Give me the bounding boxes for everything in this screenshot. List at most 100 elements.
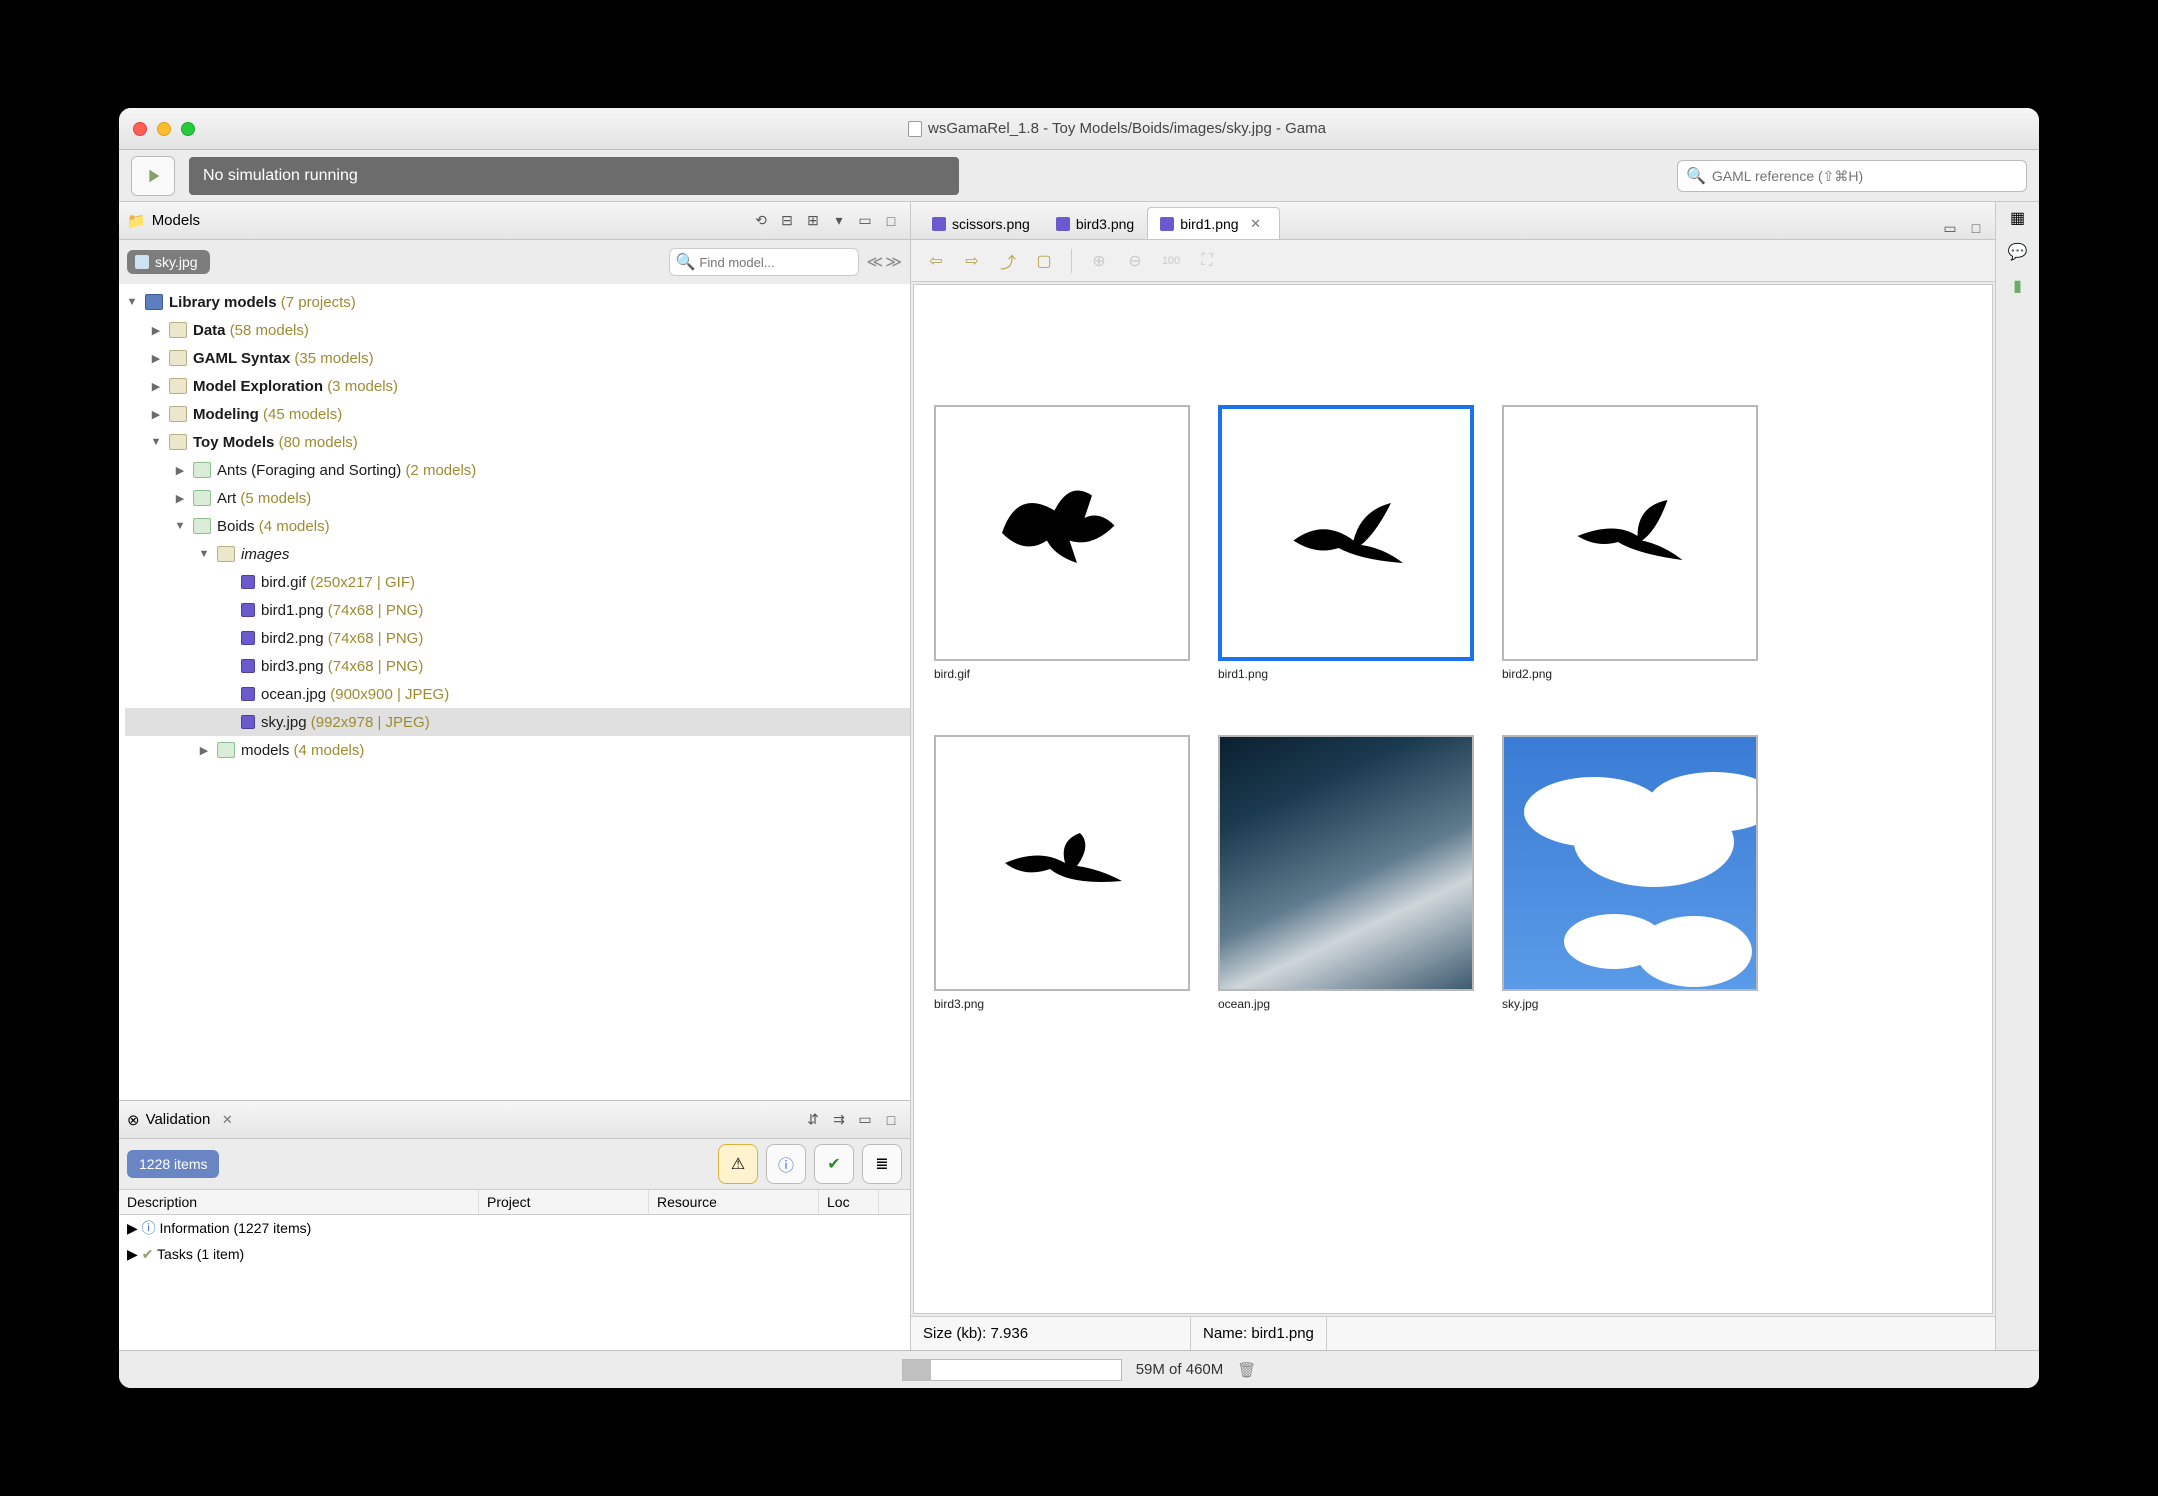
status-bar: 59M of 460M 🗑 [119, 1350, 2039, 1388]
close-view-icon[interactable]: ✕ [216, 1109, 238, 1131]
gaml-search[interactable]: 🔍 [1677, 160, 2027, 192]
left-panel: 📁 Models ⟲ ⊟ ⊞ ▾ ▭ □ sky.jpg 🔍 [119, 202, 911, 1350]
view-menu-icon[interactable]: ▾ [828, 210, 850, 232]
tree-file-bird2[interactable]: bird2.png (74x68 | PNG) [125, 624, 910, 652]
nav-prev-icon[interactable]: ≪ [867, 252, 884, 272]
list-mode-button[interactable]: ≣ [862, 1144, 902, 1184]
tree-item-modeling[interactable]: ▶Modeling (45 models) [125, 400, 910, 428]
folder-icon [193, 490, 211, 506]
image-viewer-toolbar: ⇦ ⇨ ⤴ ▢ ⊕ ⊖ 100 ⛶ [911, 240, 1995, 282]
col-resource[interactable]: Resource [649, 1190, 819, 1214]
zoom-window-button[interactable] [181, 122, 195, 136]
validation-title: Validation [146, 1111, 211, 1128]
fullscreen-icon[interactable]: ⛶ [1192, 247, 1222, 275]
maximize-view-icon[interactable]: □ [880, 1109, 902, 1131]
thumb-birdgif[interactable]: bird.gif [934, 405, 1194, 705]
tree-item-art[interactable]: ▶Art (5 models) [125, 484, 910, 512]
gc-icon[interactable]: 🗑 [1237, 1361, 1256, 1379]
zoom-in-icon[interactable]: ⊕ [1084, 247, 1114, 275]
image-status-bar: Size (kb): 7.936 Name: bird1.png [911, 1316, 1995, 1350]
tab-bird3[interactable]: bird3.png [1043, 207, 1147, 239]
tree-item-toymodels[interactable]: ▼Toy Models (80 models) [125, 428, 910, 456]
warnings-toggle[interactable]: ⚠ [718, 1144, 758, 1184]
tree-file-sky[interactable]: sky.jpg (992x978 | JPEG) [125, 708, 910, 736]
tab-bird1[interactable]: bird1.png✕ [1147, 207, 1279, 239]
approve-button[interactable]: ✔ [814, 1144, 854, 1184]
memory-bar[interactable] [902, 1359, 1122, 1381]
image-icon [241, 659, 255, 673]
validation-header: ⊗ Validation ✕ ⇵ ⇉ ▭ □ [119, 1101, 910, 1139]
minimize-editor-icon[interactable]: ▭ [1939, 217, 1961, 239]
tree-item-library[interactable]: ▼Library models (7 projects) [125, 288, 910, 316]
find-model-box[interactable]: 🔍 [669, 248, 859, 276]
tree-item-boids[interactable]: ▼Boids (4 models) [125, 512, 910, 540]
tree-item-models[interactable]: ▶models (4 models) [125, 736, 910, 764]
minimize-view-icon[interactable]: ▭ [854, 1109, 876, 1131]
back-icon[interactable]: ⇦ [921, 247, 951, 275]
minimize-window-button[interactable] [157, 122, 171, 136]
validation-row-information[interactable]: ▶ ⓘ Information (1227 items) [119, 1215, 910, 1241]
thumb-bird2[interactable]: bird2.png [1502, 405, 1762, 705]
models-view-header: 📁 Models ⟲ ⊟ ⊞ ▾ ▭ □ [119, 202, 910, 240]
breadcrumb-chip[interactable]: sky.jpg [127, 250, 210, 274]
simulation-status: No simulation running [189, 157, 959, 195]
tab-scissors[interactable]: scissors.png [919, 207, 1043, 239]
image-icon [241, 575, 255, 589]
validation-count-chip: 1228 items [127, 1150, 219, 1178]
link-with-editor-icon[interactable]: ⟲ [750, 210, 772, 232]
run-simulation-button[interactable] [131, 156, 175, 196]
image-icon [241, 631, 255, 645]
image-gallery[interactable]: bird.gif bird1.png bird2.png bird3.png o… [913, 284, 1993, 1314]
col-project[interactable]: Project [479, 1190, 649, 1214]
minimize-view-icon[interactable]: ▭ [854, 210, 876, 232]
thumb-ocean[interactable]: ocean.jpg [1218, 735, 1478, 1035]
filter-icon[interactable]: ⇵ [802, 1109, 824, 1131]
thumb-bird1[interactable]: bird1.png [1218, 405, 1478, 705]
gaml-search-input[interactable] [1712, 168, 2018, 184]
editor-area: scissors.png bird3.png bird1.png✕ ▭ □ ⇦ … [911, 202, 1995, 1350]
tree-item-images[interactable]: ▼images [125, 540, 910, 568]
tree-item-ants[interactable]: ▶Ants (Foraging and Sorting) (2 models) [125, 456, 910, 484]
tree-file-birdgif[interactable]: bird.gif (250x217 | GIF) [125, 568, 910, 596]
tree-item-gaml[interactable]: ▶GAML Syntax (35 models) [125, 344, 910, 372]
validation-view: ⊗ Validation ✕ ⇵ ⇉ ▭ □ 1228 items ⚠ ⓘ [119, 1100, 910, 1350]
chat-icon[interactable]: 💬 [2008, 242, 2028, 262]
forward-icon[interactable]: ⇨ [957, 247, 987, 275]
window-controls [133, 122, 195, 136]
agents-icon[interactable]: ▮ [2013, 276, 2022, 296]
col-description[interactable]: Description [119, 1190, 479, 1214]
find-model-input[interactable] [699, 255, 851, 270]
image-icon [241, 603, 255, 617]
col-location[interactable]: Loc [819, 1190, 879, 1214]
maximize-view-icon[interactable]: □ [880, 210, 902, 232]
editor-tabs: scissors.png bird3.png bird1.png✕ ▭ □ [911, 202, 1995, 240]
view-menu-icon[interactable]: ⇉ [828, 1109, 850, 1131]
expand-all-icon[interactable]: ⊞ [802, 210, 824, 232]
tree-file-bird3[interactable]: bird3.png (74x68 | PNG) [125, 652, 910, 680]
tree-file-bird1[interactable]: bird1.png (74x68 | PNG) [125, 596, 910, 624]
folder-icon [217, 742, 235, 758]
tree-item-data[interactable]: ▶Data (58 models) [125, 316, 910, 344]
collapse-all-icon[interactable]: ⊟ [776, 210, 798, 232]
tree-file-ocean[interactable]: ocean.jpg (900x900 | JPEG) [125, 680, 910, 708]
validation-row-tasks[interactable]: ▶ ✔ Tasks (1 item) [119, 1241, 910, 1267]
task-icon: ✔ [142, 1246, 154, 1262]
image-size-label: Size (kb): 7.936 [911, 1317, 1191, 1350]
home-icon[interactable]: ▢ [1029, 247, 1059, 275]
close-window-button[interactable] [133, 122, 147, 136]
search-icon: 🔍 [676, 252, 696, 272]
validation-table[interactable]: Description Project Resource Loc ▶ ⓘ Inf… [119, 1189, 910, 1350]
info-toggle[interactable]: ⓘ [766, 1144, 806, 1184]
close-tab-icon[interactable]: ✕ [1245, 213, 1267, 235]
tree-item-exploration[interactable]: ▶Model Exploration (3 models) [125, 372, 910, 400]
nav-next-icon[interactable]: ≫ [885, 252, 902, 272]
thumb-bird3[interactable]: bird3.png [934, 735, 1194, 1035]
thumb-sky[interactable]: sky.jpg [1502, 735, 1762, 1035]
up-icon[interactable]: ⤴ [993, 247, 1023, 275]
zoom-100-icon[interactable]: 100 [1156, 247, 1186, 275]
models-tree[interactable]: ▼Library models (7 projects) ▶Data (58 m… [119, 284, 910, 1100]
perspective-icon[interactable]: ▦ [2010, 208, 2025, 228]
folder-icon [193, 462, 211, 478]
maximize-editor-icon[interactable]: □ [1965, 217, 1987, 239]
zoom-out-icon[interactable]: ⊖ [1120, 247, 1150, 275]
